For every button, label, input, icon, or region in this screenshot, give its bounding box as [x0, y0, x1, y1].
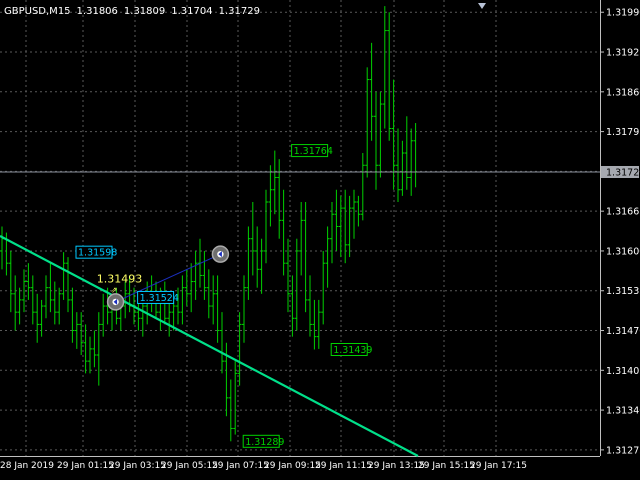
close-price: 1.31729 [218, 6, 260, 17]
symbol-timeframe: GBPUSD,M15 [4, 6, 71, 17]
time-label: 29 Jan 07:15 [212, 461, 269, 471]
open-price: 1.31806 [76, 6, 118, 17]
price-axis-labels: 1.319901.319251.318601.317951.317301.316… [600, 8, 640, 456]
price-tick-label: 1.31470 [606, 326, 640, 337]
price-tick-label: 1.31795 [606, 127, 640, 138]
time-axis-labels: 28 Jan 2019 29 Jan 01:1529 Jan 03:1529 Ja… [0, 461, 527, 471]
price-tick-label: 1.31600 [606, 246, 640, 257]
time-label: 29 Jan 01:15 [57, 461, 114, 471]
chart-axes [0, 0, 601, 457]
price-label-text: 1.31439 [333, 345, 372, 356]
price-label-text: 1.31598 [78, 248, 117, 259]
time-label: 29 Jan 03:15 [109, 461, 166, 471]
price-label-text: 1.31289 [245, 437, 284, 448]
price-tick-label: 1.31860 [606, 87, 640, 98]
time-label: 28 Jan 2019 [0, 461, 54, 471]
chart-grid [0, 0, 600, 456]
time-label: 29 Jan 11:15 [315, 461, 372, 471]
time-label: 29 Jan 17:15 [470, 461, 527, 471]
price-tick-label: 1.31925 [606, 48, 640, 59]
price-tick-label: 1.31665 [606, 207, 640, 218]
price-tick-label: 1.31340 [606, 406, 640, 417]
current-price-label: 1.31729 [606, 167, 640, 178]
yellow-arrow-icon: ⇗ [111, 285, 118, 294]
chart-overlays: 1.31598 1.31524 1.31764 1.31439 1.31289 1.314… [0, 144, 600, 457]
yellow-price-label: 1.31493 [97, 272, 143, 285]
high-price: 1.31809 [123, 6, 166, 17]
price-tick-label: 1.31990 [606, 8, 640, 19]
price-tick-label: 1.31535 [606, 286, 640, 297]
price-label-text: 1.31524 [140, 293, 179, 304]
ohlc-bars [0, 6, 418, 442]
time-label: 29 Jan 15:15 [418, 461, 475, 471]
time-label: 29 Jan 05:15 [161, 461, 218, 471]
low-price: 1.31704 [171, 6, 213, 17]
chart-header: GBPUSD,M15 1.31806 1.31809 1.31704 1.31729 [4, 6, 260, 17]
shift-marker-icon [478, 3, 486, 9]
price-tick-label: 1.31405 [606, 366, 640, 377]
time-label: 29 Jan 09:15 [264, 461, 321, 471]
price-chart[interactable]: 1.31598 1.31524 1.31764 1.31439 1.31289 1.314… [0, 0, 640, 480]
price-label-text: 1.31764 [294, 146, 333, 157]
price-tick-label: 1.31275 [606, 445, 640, 456]
time-label: 29 Jan 13:15 [368, 461, 425, 471]
